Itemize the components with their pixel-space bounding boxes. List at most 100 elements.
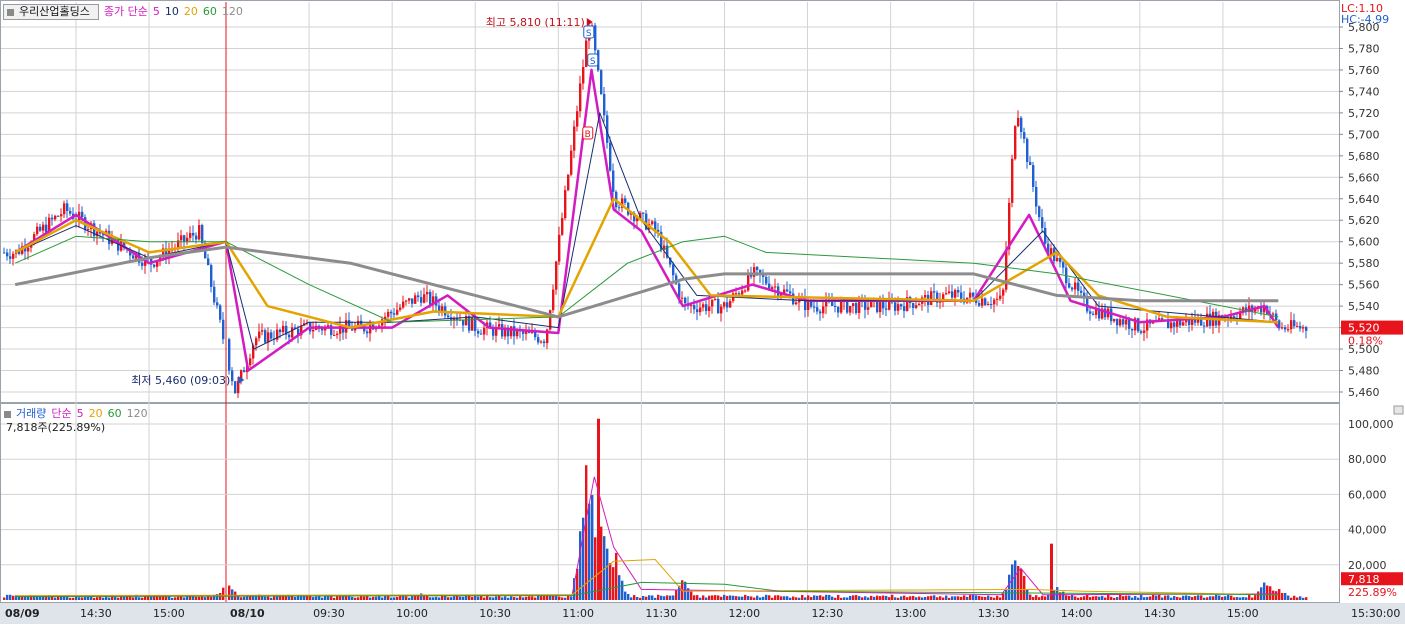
volume-bar bbox=[1143, 597, 1146, 600]
candle-body bbox=[1281, 327, 1284, 329]
candle-body bbox=[201, 225, 204, 243]
candle-body bbox=[945, 293, 948, 295]
candle-body bbox=[1290, 320, 1293, 330]
volume-bar bbox=[672, 595, 675, 600]
candle-body bbox=[705, 304, 708, 312]
volume-bar bbox=[114, 596, 117, 600]
volume-bar bbox=[477, 596, 480, 600]
chart-canvas[interactable]: 5,4605,4805,5005,5205,5405,5605,5805,600… bbox=[0, 0, 1405, 624]
volume-bar bbox=[1215, 594, 1218, 600]
x-axis-label: 08/09 bbox=[5, 607, 40, 620]
volume-bar bbox=[1209, 596, 1212, 600]
volume-bar bbox=[1071, 594, 1074, 600]
volume-square-icon[interactable] bbox=[4, 410, 11, 418]
candle-body bbox=[1011, 158, 1014, 203]
volume-bar bbox=[627, 593, 630, 600]
candle-body bbox=[924, 294, 927, 298]
volume-bar bbox=[624, 591, 627, 600]
volume-bar bbox=[1269, 586, 1272, 600]
candle-body bbox=[264, 330, 267, 343]
candle-body bbox=[327, 325, 330, 327]
high-price-annotation: 최고 5,810 (11:11) bbox=[486, 16, 585, 29]
volume-bar bbox=[723, 594, 726, 600]
volume-bar bbox=[978, 595, 981, 600]
candle-body bbox=[915, 305, 918, 308]
volume-bar bbox=[438, 597, 441, 600]
price-tick-label: 5,460 bbox=[1348, 386, 1380, 399]
volume-bar bbox=[888, 597, 891, 600]
volume-bar bbox=[972, 594, 975, 600]
candle-body bbox=[573, 126, 576, 151]
candle-body bbox=[771, 287, 774, 290]
candle-body bbox=[468, 316, 471, 331]
volume-bar bbox=[648, 595, 651, 600]
stock-name-button[interactable]: 우리산업홀딩스 bbox=[3, 4, 99, 20]
volume-bar bbox=[675, 590, 678, 600]
volume-bar bbox=[927, 596, 930, 600]
volume-bar bbox=[489, 597, 492, 600]
volume-bar bbox=[483, 597, 486, 600]
volume-bar bbox=[1014, 560, 1017, 600]
volume-bar bbox=[744, 594, 747, 600]
candle-body bbox=[879, 302, 882, 313]
volume-bar bbox=[918, 596, 921, 600]
volume-bar bbox=[645, 596, 648, 600]
volume-bar bbox=[1089, 597, 1092, 600]
volume-bar bbox=[363, 596, 366, 600]
last-volume-ratio: 225.89% bbox=[1348, 586, 1397, 599]
volume-bar bbox=[81, 597, 84, 600]
volume-bar bbox=[444, 595, 447, 600]
volume-bar bbox=[993, 597, 996, 600]
candle-body bbox=[1020, 117, 1023, 133]
volume-bar bbox=[792, 596, 795, 600]
volume-tick-label: 60,000 bbox=[1348, 488, 1387, 501]
volume-bar bbox=[774, 595, 777, 600]
volume-bar bbox=[357, 597, 360, 600]
volume-bar bbox=[990, 596, 993, 600]
stock-chart[interactable]: 5,4605,4805,5005,5205,5405,5605,5805,600… bbox=[0, 0, 1405, 624]
candle-body bbox=[786, 289, 789, 292]
volume-bar bbox=[606, 548, 609, 600]
volume-bar bbox=[1104, 597, 1107, 600]
candle-body bbox=[855, 303, 858, 313]
volume-bar bbox=[405, 596, 408, 600]
candle-body bbox=[423, 294, 426, 303]
volume-bar bbox=[726, 595, 729, 600]
volume-bar bbox=[1188, 596, 1191, 600]
candle-body bbox=[993, 299, 996, 305]
candle-body bbox=[624, 198, 627, 203]
candle-body bbox=[387, 311, 390, 317]
volume-bar bbox=[435, 596, 438, 600]
volume-bar bbox=[429, 597, 432, 600]
candle-body bbox=[402, 301, 405, 308]
candle-body bbox=[711, 299, 714, 307]
price-tick-label: 5,540 bbox=[1348, 300, 1380, 313]
candle-body bbox=[984, 298, 987, 305]
volume-bar bbox=[9, 594, 12, 600]
volume-bar bbox=[708, 595, 711, 600]
volume-bar bbox=[1257, 591, 1260, 600]
candle-body bbox=[207, 258, 210, 266]
volume-bar bbox=[828, 594, 831, 600]
candle-body bbox=[510, 326, 513, 337]
candle-body bbox=[1035, 186, 1038, 207]
price-tick-label: 5,660 bbox=[1348, 171, 1380, 184]
candle-body bbox=[717, 298, 720, 314]
close-icon bbox=[1393, 405, 1404, 415]
candle-body bbox=[258, 331, 261, 339]
volume-bar bbox=[510, 596, 513, 600]
volume-bar bbox=[174, 597, 177, 600]
volume-bar bbox=[900, 596, 903, 600]
candle-body bbox=[333, 335, 336, 337]
volume-bar bbox=[939, 596, 942, 600]
last-price-label: 5,520 bbox=[1348, 322, 1380, 335]
volume-bar bbox=[954, 596, 957, 600]
candle-body bbox=[726, 302, 729, 308]
volume-bar bbox=[117, 597, 120, 600]
volume-bar bbox=[1218, 595, 1221, 600]
volume-bar bbox=[159, 596, 162, 600]
volume-bar bbox=[1278, 589, 1281, 600]
volume-bar bbox=[270, 597, 273, 600]
volume-bar bbox=[813, 595, 816, 600]
volume-bar bbox=[912, 595, 915, 600]
